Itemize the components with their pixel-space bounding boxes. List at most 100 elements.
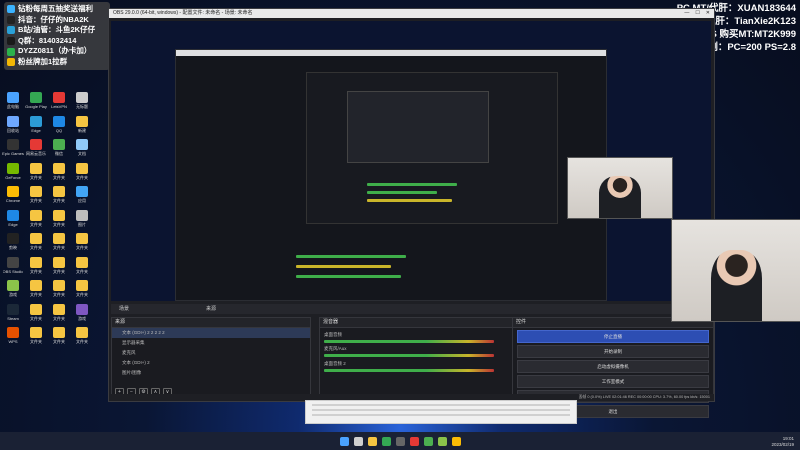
desktop-icon[interactable]: Edge [2, 209, 24, 234]
desktop-icon[interactable]: 文件夹 [25, 327, 47, 351]
desktop-icon[interactable]: 文件夹 [25, 303, 47, 328]
wechat-icon[interactable] [423, 436, 433, 446]
desktop-icon[interactable]: Epic Games [2, 139, 24, 163]
overlay-line: 钻粉每周五抽奖送福利 [7, 4, 107, 15]
app-icon [30, 233, 42, 244]
desktop-icon[interactable]: 文件夹 [71, 280, 93, 304]
desktop-icon-label: 无标题 [76, 104, 88, 109]
app-icon [30, 139, 42, 150]
desktop-icon[interactable]: 文件夹 [48, 162, 70, 187]
desktop-icon[interactable]: QQ [48, 115, 70, 140]
desktop-icon[interactable]: 剪映 [2, 233, 24, 257]
volume-meter[interactable] [324, 340, 494, 343]
desktop-icon[interactable]: 文件夹 [48, 186, 70, 210]
netease-icon[interactable] [409, 436, 419, 446]
desktop-icon[interactable]: 文件夹 [25, 186, 47, 210]
search-icon[interactable] [353, 436, 363, 446]
start-recording-button[interactable]: 开始录制 [517, 345, 709, 358]
desktop-icon[interactable]: 此电脑 [2, 92, 24, 116]
desktop-icon[interactable]: 文件夹 [71, 233, 93, 257]
desktop-icon-label: 网易云音乐 [26, 151, 46, 156]
app-icon [30, 115, 42, 127]
app-icon [7, 162, 19, 174]
desktop-icon[interactable]: 新建 [71, 115, 93, 140]
volume-meter[interactable] [324, 354, 494, 357]
desktop-icon[interactable]: 文件夹 [48, 256, 70, 281]
desktop-icon[interactable]: 文档 [71, 139, 93, 163]
desktop-icon[interactable]: 应用 [71, 186, 93, 210]
maximize-icon[interactable]: ☐ [695, 9, 699, 18]
app-icon [30, 327, 42, 338]
source-item[interactable]: 文本 (GDI+) 2 2 2 2 2 [112, 328, 310, 338]
volume-meter[interactable] [324, 369, 494, 372]
source-item[interactable]: 麦克风 [112, 348, 310, 358]
desktop-icon[interactable]: WPS [2, 327, 24, 351]
stream-info-overlay: 钻粉每周五抽奖送福利 抖音：仔仔的NBA2K B站/油管：斗鱼2K仔仔 Q群：8140… [4, 2, 110, 70]
app-icon [7, 115, 19, 127]
nested-obs-preview [175, 49, 607, 301]
desktop-icon[interactable]: Edge [25, 115, 47, 140]
desktop-icon-label: 文件夹 [53, 292, 65, 297]
chrome2-icon[interactable] [451, 436, 461, 446]
tab-scenes[interactable]: 场景 [119, 304, 129, 314]
desktop-icon[interactable]: 文件夹 [48, 327, 70, 351]
source-item[interactable]: 显示器采集 [112, 338, 310, 348]
desktop-icon[interactable]: 文件夹 [25, 280, 47, 304]
desktop-icon[interactable]: 文件夹 [71, 327, 93, 351]
chrome-icon[interactable] [381, 436, 391, 446]
desktop-icon-label: 剪映 [9, 245, 17, 250]
source-item[interactable]: 文本 (GDI+) 2 [112, 358, 310, 368]
folder-icon[interactable] [367, 436, 377, 446]
desktop-icon[interactable]: OBS Studio [2, 256, 24, 281]
desktop-icon[interactable]: GeForce [2, 162, 24, 187]
qq-icon [7, 37, 15, 46]
desktop-icon[interactable]: 无标题 [71, 92, 93, 116]
app-icon [30, 186, 42, 197]
desktop-icon[interactable]: Steam [2, 303, 24, 328]
app-icon [30, 162, 42, 174]
desktop-icon[interactable]: 文件夹 [25, 162, 47, 187]
obs-titlebar[interactable]: OBS 29.0.0 (64-bit, windows) - 配置文件: 未命名… [109, 9, 714, 18]
tab-sources[interactable]: 来源 [206, 304, 216, 314]
desktop-icon[interactable]: 游戏 [71, 303, 93, 328]
minimize-icon[interactable]: — [684, 9, 689, 18]
app-icon [76, 115, 88, 127]
desktop-icon-label: 文档 [78, 151, 86, 156]
studio-mode-button[interactable]: 工作室模式 [517, 375, 709, 388]
desktop-icon-label: 文件夹 [53, 339, 65, 344]
desktop-icon-label: 文件夹 [76, 292, 88, 297]
desktop-icon[interactable]: Chrome [2, 186, 24, 210]
windows-icon[interactable] [339, 436, 349, 446]
desktop-icon[interactable]: 文件夹 [25, 233, 47, 257]
app-icon [76, 303, 88, 315]
desktop-icon[interactable]: LetsVPN [48, 92, 70, 116]
desktop-icon[interactable]: 网易云音乐 [25, 139, 47, 163]
desktop-icon[interactable]: 文件夹 [48, 280, 70, 304]
taskbar-clock[interactable]: 19:01 2023/02/19 [771, 436, 794, 448]
desktop-icon[interactable]: 文件夹 [48, 233, 70, 257]
obs-icon[interactable] [395, 436, 405, 446]
game-icon[interactable] [437, 436, 447, 446]
background-window[interactable] [305, 400, 577, 424]
desktop-icon[interactable]: 文件夹 [48, 303, 70, 328]
desktop-icon[interactable]: 图片 [71, 209, 93, 234]
desktop-icon[interactable]: 回收站 [2, 115, 24, 140]
desktop-icon[interactable]: 文件夹 [48, 209, 70, 234]
desktop-icon[interactable]: Google Play [25, 92, 47, 116]
desktop-icon[interactable]: 文件夹 [25, 256, 47, 281]
desktop-icon[interactable]: 游戏 [2, 280, 24, 304]
app-icon [53, 92, 65, 103]
desktop-icon[interactable]: 文件夹 [25, 209, 47, 234]
desktop-icon[interactable]: 微信 [48, 139, 70, 163]
desktop-icon-label: WPS [8, 339, 18, 344]
webcam-overlay-large [671, 219, 800, 322]
desktop-icon[interactable]: 文件夹 [71, 256, 93, 281]
virtual-camera-button[interactable]: 启动虚拟摄像机 [517, 360, 709, 373]
app-icon [53, 327, 65, 338]
close-icon[interactable]: ✕ [706, 9, 710, 18]
desktop-icon-label: 文件夹 [30, 268, 42, 274]
stop-streaming-button[interactable]: 停止直播 [517, 330, 709, 343]
source-item[interactable]: 图片/图像 [112, 368, 310, 378]
app-icon [76, 233, 88, 244]
desktop-icon[interactable]: 文件夹 [71, 162, 93, 187]
